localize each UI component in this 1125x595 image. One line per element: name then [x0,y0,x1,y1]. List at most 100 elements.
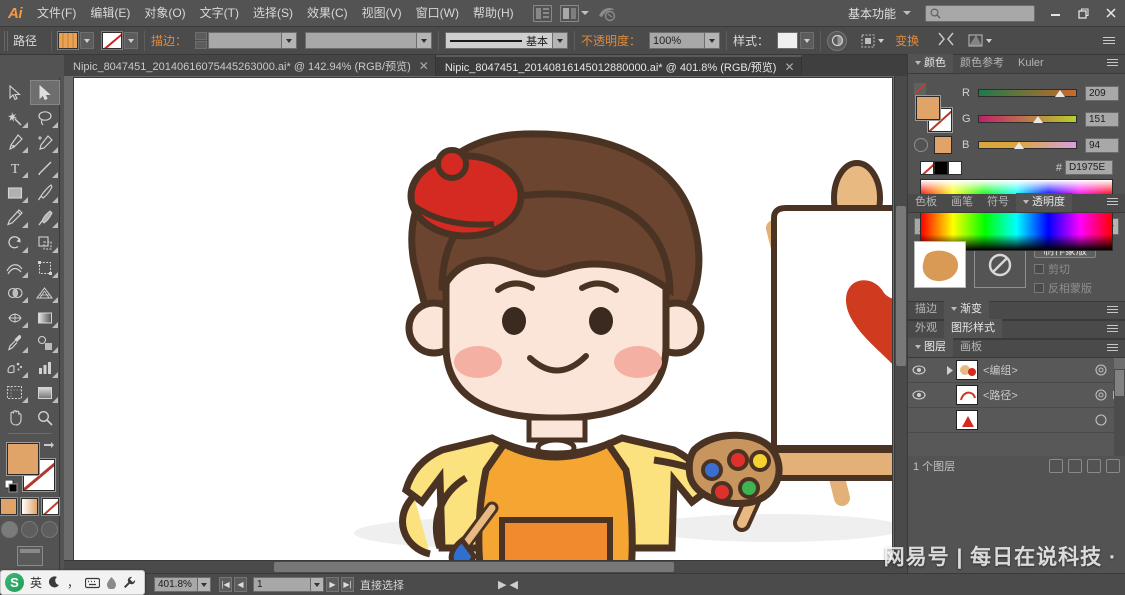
line-segment-tool[interactable] [30,155,60,180]
brush-definition-field[interactable] [305,32,418,49]
stroke-weight-field[interactable] [208,32,283,49]
menu-file[interactable]: 文件(F) [30,0,83,27]
next-artboard-button[interactable]: ▶ [326,577,339,592]
search-input[interactable] [925,4,1035,22]
none-swatch-icon[interactable] [914,83,926,95]
status-arrow-left[interactable]: ◀ [509,578,517,591]
tab-color[interactable]: 颜色 [908,54,953,73]
tab-graphic-styles[interactable]: 图形样式 [944,319,1002,338]
tab-artboards[interactable]: 画板 [953,338,989,357]
current-color-preview[interactable] [934,136,952,154]
chevron-down-icon[interactable] [986,38,993,43]
symbol-sprayer-tool[interactable] [0,355,30,380]
transform-label[interactable]: 变换 [895,32,919,49]
selection-tool[interactable] [0,80,30,105]
shape-builder-tool[interactable] [0,280,30,305]
stroke-dropdown-button[interactable] [124,32,139,49]
close-icon[interactable]: ✕ [784,61,794,73]
add-anchor-point-tool[interactable] [30,130,60,155]
opacity-field[interactable]: 100% [649,32,706,49]
chevron-down-icon[interactable] [580,11,589,15]
free-transform-tool[interactable] [30,255,60,280]
color-fill-button[interactable] [0,497,18,516]
stroke-weight-dropdown[interactable] [282,32,298,49]
layer-name[interactable]: <编组> [983,362,1089,378]
expand-triangle[interactable] [944,365,956,375]
red-slider[interactable] [978,89,1077,97]
target-indicator[interactable] [1089,364,1113,376]
status-nav-arrows[interactable]: ▶ ◀ [498,578,518,591]
create-new-layer-button[interactable] [1087,459,1101,473]
stroke-color-control[interactable] [101,31,139,50]
blue-slider[interactable] [978,141,1077,149]
first-artboard-button[interactable]: |◀ [219,577,232,592]
tab-gradient[interactable]: 渐变 [944,300,989,319]
ime-mode-label[interactable]: 英 [30,574,42,591]
color-fill-swatch[interactable] [915,95,941,121]
slice-tool[interactable] [30,380,60,405]
document-tab-1[interactable]: Nipic_8047451_20140616075445263000.ai* @… [64,55,436,76]
slider-thumb[interactable] [1054,87,1065,99]
appearance-panel-menu-button[interactable] [1107,325,1120,334]
layers-list[interactable]: <编组> <路径> [908,358,1125,456]
wrench-icon[interactable] [123,576,136,589]
artboard-dropdown[interactable] [311,577,324,592]
menu-object[interactable]: 对象(O) [137,0,192,27]
mask-button[interactable] [965,31,995,51]
table-row[interactable] [908,408,1125,433]
type-tool[interactable]: T [0,155,30,180]
pen-tool[interactable] [0,130,30,155]
width-profile-dropdown[interactable] [553,32,569,49]
tab-swatches[interactable]: 色板 [908,193,944,212]
artboard[interactable] [74,78,892,561]
column-graph-tool[interactable] [30,355,60,380]
green-value[interactable]: 151 [1085,111,1119,127]
align-button[interactable] [857,31,887,51]
layers-scrollbar[interactable] [1114,358,1125,456]
previous-artboard-button[interactable]: ◀ [234,577,247,592]
black-quick-swatch[interactable] [934,160,948,175]
slider-thumb[interactable] [1013,139,1024,151]
status-arrow-right[interactable]: ▶ [498,578,506,591]
menu-view[interactable]: 视图(V) [355,0,409,27]
scrollbar-thumb[interactable] [1115,370,1124,396]
scrollbar-thumb[interactable] [274,562,674,572]
checkbox[interactable] [1034,264,1044,274]
table-row[interactable]: <路径> [908,383,1125,408]
variable-width-profile[interactable]: 基本 [445,32,554,49]
pencil-tool[interactable] [0,205,30,230]
stroke-weight-stepper[interactable] [195,32,208,49]
close-button[interactable] [1097,0,1125,27]
paintbrush-tool[interactable] [30,180,60,205]
input-method-bar[interactable]: S 英 ， [0,570,145,595]
draw-behind-button[interactable] [21,521,38,538]
zoom-tool[interactable] [30,405,60,430]
gradient-tool[interactable] [30,305,60,330]
tab-layers[interactable]: 图层 [908,338,953,357]
white-quick-swatch[interactable] [948,160,962,175]
perspective-grid-tool[interactable] [30,280,60,305]
tab-stroke[interactable]: 描边 [908,300,944,319]
object-thumbnail[interactable] [914,241,966,288]
tab-brushes[interactable]: 画笔 [944,193,980,212]
close-icon[interactable]: ✕ [419,60,429,72]
document-tab-2[interactable]: Nipic_8047451_20140816145012880000.ai* @… [435,55,802,76]
blob-brush-tool[interactable] [30,205,60,230]
bridge-icon[interactable] [597,4,619,23]
artboard-number-field[interactable]: 1 [253,577,311,592]
create-sublayer-button[interactable] [1068,459,1082,473]
rectangle-tool[interactable] [0,180,30,205]
brush-definition-dropdown[interactable] [417,32,433,49]
stroke-gradient-panel-menu-button[interactable] [1107,306,1120,315]
stepper-up[interactable] [195,32,208,40]
artboard-tool[interactable] [0,380,30,405]
scale-tool[interactable] [30,230,60,255]
tab-appearance[interactable]: 外观 [908,319,944,338]
hand-tool[interactable] [0,405,30,430]
maximize-button[interactable] [1069,0,1097,27]
visibility-toggle[interactable] [910,390,928,400]
slider-thumb[interactable] [1033,113,1044,125]
mesh-tool[interactable] [0,305,30,330]
none-quick-swatch[interactable] [920,160,934,175]
target-indicator[interactable] [1089,389,1113,401]
